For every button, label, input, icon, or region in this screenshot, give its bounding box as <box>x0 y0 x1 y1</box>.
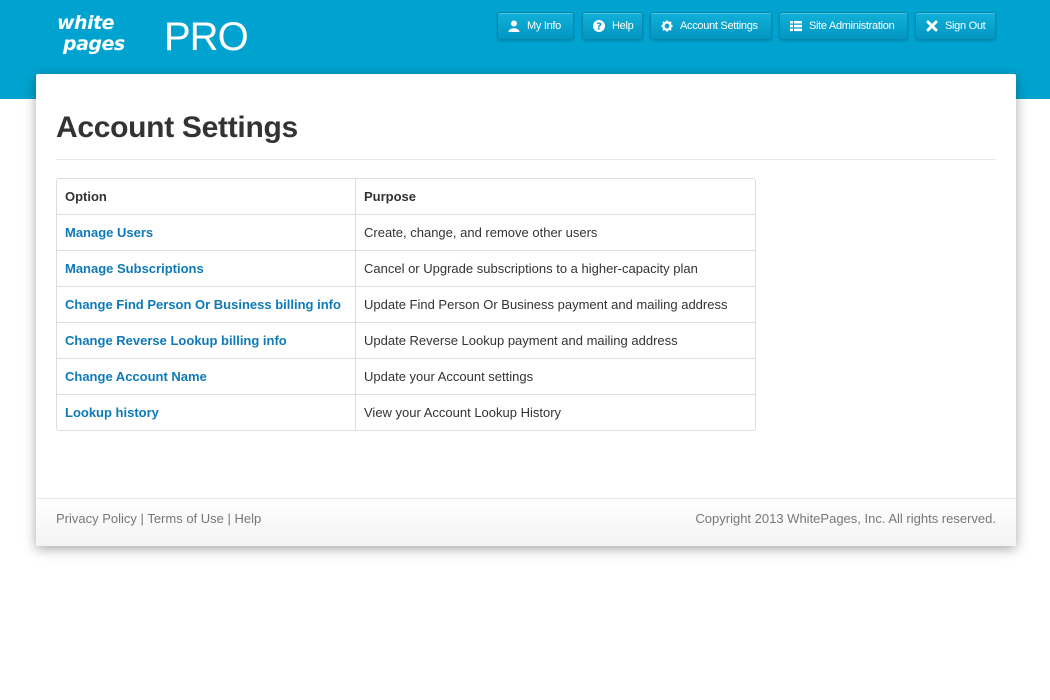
sign-out-button[interactable]: Sign Out <box>915 12 996 40</box>
lookup-history-link[interactable]: Lookup history <box>65 405 159 420</box>
footer-separator: | <box>140 511 144 526</box>
account-options-table: Option Purpose Manage Users Create, chan… <box>56 178 756 431</box>
list-icon <box>790 21 802 32</box>
account-settings-button[interactable]: Account Settings <box>650 12 772 40</box>
table-row: Change Account Name Update your Account … <box>57 358 755 394</box>
purpose-cell: Create, change, and remove other users <box>364 225 598 240</box>
gear-icon <box>661 20 673 32</box>
table-row: Lookup history View your Account Lookup … <box>57 394 755 430</box>
logo-word-white: white <box>57 12 115 34</box>
whitepages-pro-logo[interactable]: white pages PRO <box>57 12 249 64</box>
table-header-row: Option Purpose <box>57 179 755 214</box>
copyright-text: Copyright 2013 WhitePages, Inc. All righ… <box>695 511 996 526</box>
sign-out-label: Sign Out <box>945 20 986 32</box>
page-title: Account Settings <box>56 111 298 144</box>
change-find-person-billing-link[interactable]: Change Find Person Or Business billing i… <box>65 297 341 312</box>
option-cell: Change Find Person Or Business billing i… <box>57 287 356 322</box>
purpose-cell: Cancel or Upgrade subscriptions to a hig… <box>364 261 698 276</box>
table-row: Manage Subscriptions Cancel or Upgrade s… <box>57 250 755 286</box>
option-cell: Manage Users <box>57 215 356 250</box>
option-cell: Change Account Name <box>57 359 356 394</box>
footer-separator: | <box>227 511 231 526</box>
user-icon <box>508 20 520 32</box>
terms-of-use-link[interactable]: Terms of Use <box>147 511 224 526</box>
page-footer: Privacy Policy | Terms of Use | Help Cop… <box>36 498 1016 546</box>
footer-links: Privacy Policy | Terms of Use | Help <box>56 511 261 527</box>
purpose-cell: Update Reverse Lookup payment and mailin… <box>364 333 678 348</box>
logo-word-pro: PRO <box>164 15 249 59</box>
site-administration-label: Site Administration <box>809 20 895 32</box>
help-button[interactable]: ? Help <box>582 12 643 40</box>
footer-help-link[interactable]: Help <box>235 511 262 526</box>
table-row: Manage Users Create, change, and remove … <box>57 214 755 250</box>
svg-text:?: ? <box>596 22 602 33</box>
manage-subscriptions-link[interactable]: Manage Subscriptions <box>65 261 204 276</box>
column-header-purpose: Purpose <box>364 189 417 204</box>
content-card: Account Settings Option Purpose Manage U… <box>36 74 1016 546</box>
account-settings-label: Account Settings <box>680 20 758 32</box>
question-icon: ? <box>593 20 605 32</box>
purpose-cell: View your Account Lookup History <box>364 405 562 420</box>
table-row: Change Reverse Lookup billing info Updat… <box>57 322 755 358</box>
privacy-policy-link[interactable]: Privacy Policy <box>56 511 137 526</box>
change-reverse-lookup-billing-link[interactable]: Change Reverse Lookup billing info <box>65 333 287 348</box>
change-account-name-link[interactable]: Change Account Name <box>65 369 207 384</box>
site-administration-button[interactable]: Site Administration <box>779 12 908 40</box>
help-label: Help <box>612 20 634 32</box>
close-icon <box>926 20 938 32</box>
title-divider <box>56 159 996 160</box>
my-info-button[interactable]: My Info <box>497 12 574 40</box>
purpose-cell: Update your Account settings <box>364 369 534 384</box>
column-header-option: Option <box>57 179 356 214</box>
option-cell: Manage Subscriptions <box>57 251 356 286</box>
table-row: Change Find Person Or Business billing i… <box>57 286 755 322</box>
my-info-label: My Info <box>527 20 561 32</box>
purpose-cell: Update Find Person Or Business payment a… <box>364 297 728 312</box>
option-cell: Change Reverse Lookup billing info <box>57 323 356 358</box>
manage-users-link[interactable]: Manage Users <box>65 225 153 240</box>
option-cell: Lookup history <box>57 395 356 430</box>
logo-word-pages: pages <box>63 33 125 55</box>
